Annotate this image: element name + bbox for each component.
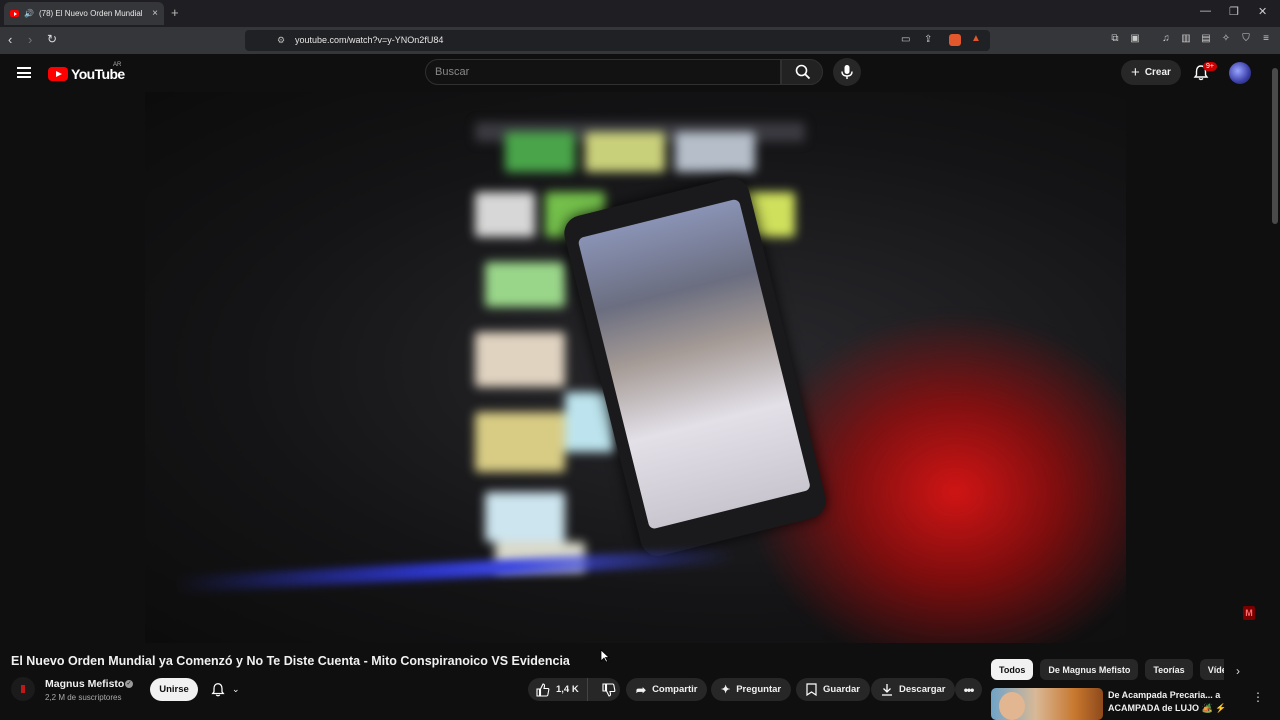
notifications-badge: 9+: [1203, 62, 1217, 71]
new-tab-icon[interactable]: +: [171, 5, 179, 20]
logo-text: YouTube: [71, 66, 125, 82]
minimize-icon[interactable]: —: [1200, 5, 1211, 17]
join-button[interactable]: Unirse: [150, 678, 198, 701]
browser-toolbar: ‹ › ↻ 🔖︎ ⚙︎ youtube.com/watch?v=y-YNOn2f…: [0, 27, 1280, 54]
media-icon[interactable]: ♫: [1160, 33, 1172, 45]
url-text: youtube.com/watch?v=y-YNOn2fU84: [295, 35, 444, 45]
voice-search-button[interactable]: [833, 58, 861, 86]
ask-button[interactable]: ✦ Preguntar: [711, 678, 792, 701]
audio-icon[interactable]: 🔊: [24, 9, 34, 18]
sidebar-icon[interactable]: ▣: [1129, 33, 1141, 45]
rewards-icon[interactable]: ▲: [971, 33, 981, 44]
share-button[interactable]: ➦ Compartir: [626, 678, 708, 701]
video-player[interactable]: [145, 92, 1126, 643]
region-code: AR: [113, 62, 122, 68]
youtube-header: YouTube AR + Crear 9+: [0, 54, 1280, 92]
search-box[interactable]: [425, 59, 781, 85]
wallet-icon[interactable]: ▤: [1200, 33, 1212, 45]
video-title: El Nuevo Orden Mundial ya Comenzó y No T…: [11, 654, 570, 668]
back-icon[interactable]: ‹: [8, 32, 12, 47]
extensions-icon[interactable]: ⧉: [1109, 33, 1121, 45]
browser-tab[interactable]: 🔊 (78) El Nuevo Orden Mundial ×: [4, 2, 164, 25]
recommendation-thumbnail[interactable]: [991, 688, 1103, 720]
chip-theories[interactable]: Teorías: [1145, 659, 1193, 680]
create-label: Crear: [1144, 67, 1171, 78]
chevron-right-icon[interactable]: ›: [1236, 664, 1240, 678]
panel-icon[interactable]: ▥: [1180, 33, 1192, 45]
save-button[interactable]: Guardar: [796, 678, 870, 701]
search-button[interactable]: [781, 59, 823, 85]
create-button[interactable]: + Crear: [1121, 60, 1181, 85]
chip-videos[interactable]: Vídeos: [1199, 659, 1224, 680]
like-button[interactable]: 1,4 K: [528, 678, 588, 701]
reload-icon[interactable]: ↻: [47, 32, 57, 46]
close-window-icon[interactable]: ✕: [1258, 5, 1267, 18]
bell-icon: [211, 682, 225, 696]
microphone-icon: [841, 65, 853, 79]
channel-avatar[interactable]: [11, 677, 35, 701]
search-input[interactable]: [435, 66, 765, 78]
maximize-icon[interactable]: ❐: [1229, 5, 1239, 18]
more-actions-button[interactable]: •••: [955, 678, 982, 701]
chip-from-channel[interactable]: De Magnus Mefisto: [1040, 659, 1139, 680]
youtube-play-icon: [48, 67, 68, 81]
like-count: 1,4 K: [556, 684, 579, 695]
share-label: Compartir: [652, 684, 698, 695]
close-tab-icon[interactable]: ×: [152, 8, 158, 19]
dislike-button[interactable]: [594, 682, 624, 697]
shield-icon[interactable]: [949, 34, 961, 46]
thumbs-up-icon: [536, 682, 550, 697]
share-icon: ➦: [636, 682, 647, 697]
download-button[interactable]: Descargar: [871, 678, 956, 701]
tab-title: (78) El Nuevo Orden Mundial: [38, 9, 143, 18]
more-horizontal-icon: •••: [963, 682, 975, 697]
more-vertical-icon[interactable]: ⋮: [1252, 690, 1264, 704]
thumbnail-face: [999, 692, 1025, 720]
download-icon: [882, 684, 892, 696]
ask-label: Preguntar: [736, 684, 782, 695]
thumbs-down-icon: [602, 682, 616, 697]
verified-badge-icon: ✓: [125, 680, 133, 688]
plus-icon: +: [1131, 64, 1140, 81]
chip-all[interactable]: Todos: [991, 659, 1034, 680]
menu-icon[interactable]: ≡: [1260, 33, 1272, 45]
search-icon: [795, 64, 811, 80]
subscriber-count: 2,2 M de suscriptores: [45, 693, 122, 702]
channel-name[interactable]: Magnus Mefisto: [45, 678, 124, 690]
leo-icon[interactable]: ✧: [1220, 33, 1232, 45]
subscription-notifications-button[interactable]: ⌄: [205, 678, 249, 701]
page-scrollbar-thumb[interactable]: [1272, 68, 1278, 224]
download-label: Descargar: [899, 684, 946, 695]
youtube-logo[interactable]: YouTube AR: [48, 62, 125, 82]
share-page-icon[interactable]: ⇪: [924, 34, 932, 45]
youtube-favicon-icon: [10, 10, 19, 17]
site-info-icon[interactable]: ⚙︎: [277, 35, 285, 46]
recommendation-title[interactable]: De Acampada Precaria... a ACAMPADA de LU…: [1108, 689, 1248, 715]
filter-chips: Todos De Magnus Mefisto Teorías Vídeos: [991, 659, 1224, 680]
forward-icon[interactable]: ›: [28, 32, 32, 47]
sparkle-icon: ✦: [721, 684, 731, 696]
hamburger-menu-icon[interactable]: [17, 67, 31, 78]
save-label: Guardar: [823, 684, 860, 695]
address-bar[interactable]: ⚙︎ youtube.com/watch?v=y-YNOn2fU84 ▭ ⇪ ▲: [245, 30, 990, 51]
save-icon: [806, 683, 817, 696]
account-avatar[interactable]: [1229, 62, 1251, 84]
vpn-icon[interactable]: ⛉: [1240, 33, 1252, 45]
chevron-down-icon: ⌄: [232, 684, 240, 694]
mouse-cursor-icon: [600, 649, 610, 663]
cast-icon[interactable]: ▭: [901, 34, 910, 45]
browser-tab-bar: 🔊 (78) El Nuevo Orden Mundial × + — ❐ ✕: [0, 0, 1280, 27]
like-dislike-group: 1,4 K: [528, 678, 620, 701]
channel-watermark[interactable]: M: [1243, 606, 1255, 620]
